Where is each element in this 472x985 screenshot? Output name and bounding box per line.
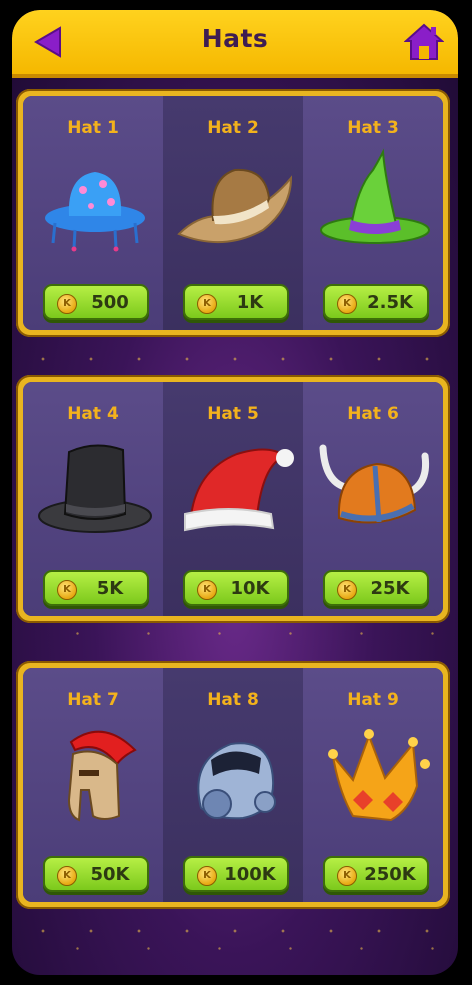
santa-hat-icon [184,448,294,532]
price-label: 500 [91,292,129,313]
hat-name: Hat 2 [207,118,259,138]
price-button[interactable]: K 2.5K [323,284,429,320]
hat-name: Hat 3 [347,118,399,138]
hat-card-2[interactable]: Hat 2 K 1K [163,96,303,330]
price-button[interactable]: K 25K [323,570,429,606]
hat-name: Hat 4 [67,404,119,424]
price-button[interactable]: K 1K [183,284,289,320]
coin-icon: K [337,580,357,600]
spartan-helmet-icon [67,730,137,822]
page-title: Hats [201,24,269,53]
price-button[interactable]: K 10K [183,570,289,606]
game-screen: Hats Hat 1 K 500 Hat 2 K 1K Hat 3 K 2.5K… [12,10,458,975]
hat-name: Hat 8 [207,690,259,710]
coin-icon: K [57,866,77,886]
price-label: 50K [90,864,130,885]
coin-icon: K [57,580,77,600]
price-label: 2.5K [367,292,413,313]
coin-icon: K [57,294,77,314]
home-icon[interactable] [404,22,444,62]
coin-icon: K [337,866,357,886]
hat-card-4[interactable]: Hat 4 K 5K [23,382,163,616]
viking-helmet-icon [319,444,430,524]
hat-name: Hat 1 [67,118,119,138]
hat-name: Hat 9 [347,690,399,710]
hat-name: Hat 6 [347,404,399,424]
hat-card-1[interactable]: Hat 1 K 500 [23,96,163,330]
price-label: 5K [96,578,124,599]
top-bar: Hats [12,10,458,78]
blue-floral-bucket-hat-icon [45,172,145,252]
price-button[interactable]: K 5K [43,570,149,606]
coin-icon: K [197,294,217,314]
price-label: 100K [224,864,276,885]
price-label: 1K [236,292,264,313]
coin-icon: K [197,580,217,600]
cowboy-hat-icon [177,168,293,243]
hat-row-2: Hat 4 K 5K Hat 5 K 10K Hat 6 K 25K [16,375,450,623]
astronaut-helmet-icon [197,742,276,820]
coin-icon: K [197,866,217,886]
price-button[interactable]: K 100K [183,856,289,892]
hat-name: Hat 5 [207,404,259,424]
hat-card-6[interactable]: Hat 6 K 25K [303,382,443,616]
price-button[interactable]: K 500 [43,284,149,320]
price-button[interactable]: K 50K [43,856,149,892]
price-label: 25K [370,578,410,599]
top-hat-icon [38,444,152,533]
hat-card-5[interactable]: Hat 5 K 10K [163,382,303,616]
witch-hat-icon [320,148,430,244]
hat-card-3[interactable]: Hat 3 K 2.5K [303,96,443,330]
coin-icon: K [337,294,357,314]
price-label: 250K [364,864,416,885]
hat-name: Hat 7 [67,690,119,710]
hat-card-9[interactable]: Hat 9 K 250K [303,668,443,902]
hat-card-8[interactable]: Hat 8 K 100K [163,668,303,902]
hat-row-3: Hat 7 K 50K Hat 8 K 100K Hat 9 K 250K [16,661,450,909]
price-label: 10K [230,578,270,599]
hat-card-7[interactable]: Hat 7 K 50K [23,668,163,902]
hat-row-1: Hat 1 K 500 Hat 2 K 1K Hat 3 K 2.5K [16,89,450,337]
price-button[interactable]: K 250K [323,856,429,892]
crown-icon [328,729,430,822]
